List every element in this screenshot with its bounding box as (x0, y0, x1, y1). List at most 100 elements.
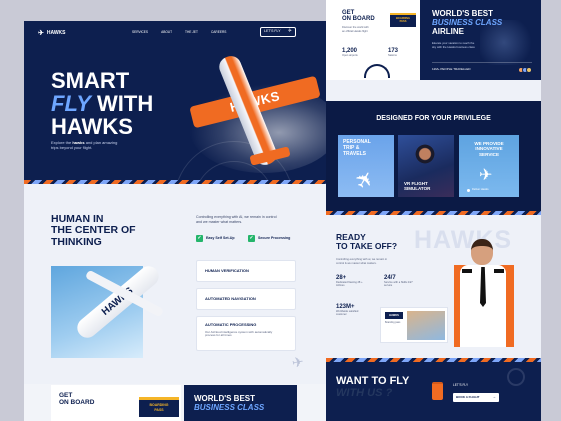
hero-title-line-2: FLY WITH (51, 92, 153, 115)
lets-fly-label: LET'S FLY (264, 29, 281, 34)
stat-airports-label: Open airports (342, 54, 358, 58)
takeoff-section: HAWKS READY TO TAKE OFF? Controlling eve… (326, 215, 541, 362)
worlds-best-line-2: BUSINESS CLASS (194, 402, 265, 412)
travellers-photo (407, 311, 445, 340)
get-on-board-title: GET ON BOARD (59, 392, 94, 407)
hero-section: ✈ HAWKS SERVICES ABOUT THE JET CAREERS L… (24, 21, 326, 184)
hero-title-fly: FLY (51, 91, 91, 117)
right-get-desc-line: an official Hawks flight (342, 29, 368, 33)
item-human-verification[interactable]: HUMAN VERIFICATION (196, 260, 296, 282)
right-get-desc-line: Discover the world with (342, 26, 369, 29)
feature-self-setup: ✓ Easy Self Set-Up (196, 235, 235, 242)
takeoff-title-line-2: TO TAKE OFF? (336, 241, 398, 252)
hero-title-line-1: SMART (51, 68, 130, 93)
hero-title-line-3: HAWKS (51, 114, 133, 140)
want-title: WANT TO FLY WITH US ? (336, 375, 409, 399)
right-get-desc: Discover the world with an official Hawk… (342, 26, 369, 33)
right-best-desc-line: sky with the Hawks business class (432, 44, 475, 49)
item-automatic-processing[interactable]: AUTOMATIC PROCESSING Our AI/cloud intell… (196, 316, 296, 351)
item-human-verification-label: HUMAN VERIFICATION (205, 268, 249, 273)
right-boarding-sign: BOARDING PASS (390, 13, 416, 27)
mini-logo-text: HAWKS (389, 314, 399, 317)
logo-text: HAWKS (46, 30, 66, 37)
suitcase-icon (432, 382, 443, 400)
hero-description: Explore the hawks and plan amazing trips… (51, 140, 117, 151)
stat-fleet: 28+ Dedicated fleeting 28 + Airlines (336, 275, 363, 288)
avatar-group (518, 66, 532, 73)
item-automatic-processing-label: AUTOMATIC PROCESSING (205, 322, 257, 327)
lets-fly-button[interactable]: LET'S FLY ✈ (260, 27, 296, 37)
book-flight-button[interactable]: BOOK A FLIGHT → (453, 393, 499, 402)
hero-desc-part: and plan amazing (85, 140, 118, 145)
plane-silhouette-icon: ✈ (290, 353, 305, 371)
pilot-epaulette (494, 269, 504, 273)
thinking-title: HUMAN IN THE CENTER OF THINKING (51, 213, 136, 248)
card-3-line: SERVICE (478, 151, 500, 157)
want-title-line-1: WANT TO FLY (336, 375, 410, 387)
logo[interactable]: ✈ HAWKS (38, 30, 66, 37)
plane-icon: ✈ (479, 167, 493, 184)
hero-plane-image: HAWKS (189, 51, 321, 181)
privilege-section: DESIGNED FOR YOUR PRIVILEGE PERSONAL TRI… (326, 101, 541, 215)
pilot-body (460, 265, 506, 347)
card-innovative-service-title: WE PROVIDE INNOVATIVE SERVICE (459, 141, 519, 157)
badge-circle-icon (507, 368, 525, 386)
want-label: LET'S FLY (453, 383, 469, 387)
boarding-sign-line-2: PASS (154, 407, 164, 412)
stat-customers-label: customer (336, 313, 347, 317)
stat-nations: 173 Nations (388, 48, 398, 58)
pilot-epaulette (462, 269, 472, 273)
stat-fleet-label: Airlines (336, 284, 345, 288)
worlds-best-card: WORLD'S BEST BUSINESS CLASS (184, 385, 297, 421)
check-icon: ✓ (248, 234, 255, 242)
stat-service: 24/7 Service with a Skills 24/7 service (384, 275, 413, 288)
stat-airports: 1,200 Open airports (342, 48, 358, 58)
stat-nations-label: Nations (388, 54, 397, 58)
card-vr-simulator[interactable]: VR FLIGHT SIMULATOR (398, 135, 454, 197)
stat-service-label: service (384, 284, 393, 288)
feature-secure-processing-label: Secure Processing (258, 235, 291, 240)
takeoff-watermark: HAWKS (414, 226, 513, 254)
worlds-best-title: WORLD'S BEST BUSINESS CLASS (194, 394, 265, 413)
right-best-line-3: AIRLINE (432, 26, 464, 36)
stat-customers: 123M+ Worldwide satisfied customer (336, 304, 358, 317)
plane-logo-icon: ✈ (38, 30, 44, 37)
right-get-line-2: ON BOARD (342, 16, 375, 23)
boarding-mini-card: HAWKS Boarding pass (380, 307, 448, 343)
right-worlds-best-title: WORLD'S BEST BUSINESS CLASS AIRLINE (432, 9, 502, 36)
nav-the-jet[interactable]: THE JET (185, 30, 198, 34)
takeoff-title: READY TO TAKE OFF? (336, 232, 398, 252)
nav-services[interactable]: SERVICES (132, 30, 148, 34)
thinking-title-line-2: THE CENTER OF (51, 224, 136, 237)
feature-self-setup-label: Easy Self Set-Up (206, 235, 235, 240)
thinking-title-line-3: THINKING (51, 235, 102, 248)
card-1-line: TRAVELS (343, 150, 366, 157)
card-personal-trip[interactable]: PERSONAL TRIP & TRAVELS ✈ (338, 135, 394, 197)
nav-careers[interactable]: CAREERS (211, 30, 226, 34)
privilege-title: DESIGNED FOR YOUR PRIVILEGE (376, 115, 491, 122)
card-innovative-service[interactable]: WE PROVIDE INNOVATIVE SERVICE ✈ Deliver … (459, 135, 519, 197)
item-automated-navigation-label: AUTOMATED NAVIGATION (205, 296, 256, 301)
mini-card-logo: HAWKS (385, 312, 403, 319)
right-gutter (541, 0, 561, 421)
item-automatic-processing-desc: process for all times (205, 333, 232, 338)
card-personal-trip-title: PERSONAL TRIP & TRAVELS (343, 139, 371, 157)
thinking-section: HUMAN IN THE CENTER OF THINKING HAWKS Co… (24, 184, 326, 384)
want-title-line-2: WITH US ? (336, 387, 393, 400)
hero-desc-part: Explore the (51, 140, 72, 145)
item-automated-navigation[interactable]: AUTOMATED NAVIGATION (196, 288, 296, 310)
plane-icon: ✈ (287, 28, 292, 35)
dot-icon (467, 189, 470, 192)
right-get-on-board-title: GET ON BOARD (342, 10, 375, 23)
hero-title-with: WITH (97, 91, 154, 117)
card-2-line: SIMULATOR (404, 186, 431, 192)
hero-title: SMART FLY WITH HAWKS (51, 69, 153, 138)
main-nav: SERVICES ABOUT THE JET CAREERS (132, 30, 226, 34)
right-best-desc: Elevate your vacation to reach the sky w… (432, 41, 475, 50)
nav-about[interactable]: ABOUT (161, 30, 172, 34)
pilot-tie (480, 267, 486, 307)
check-icon: ✓ (196, 234, 203, 242)
get-on-board-card: GET ON BOARD BOARDING PASS (51, 385, 181, 421)
left-board: ✈ HAWKS SERVICES ABOUT THE JET CAREERS L… (24, 21, 326, 421)
takeoff-desc-line: control & we master what matters. (336, 261, 377, 265)
